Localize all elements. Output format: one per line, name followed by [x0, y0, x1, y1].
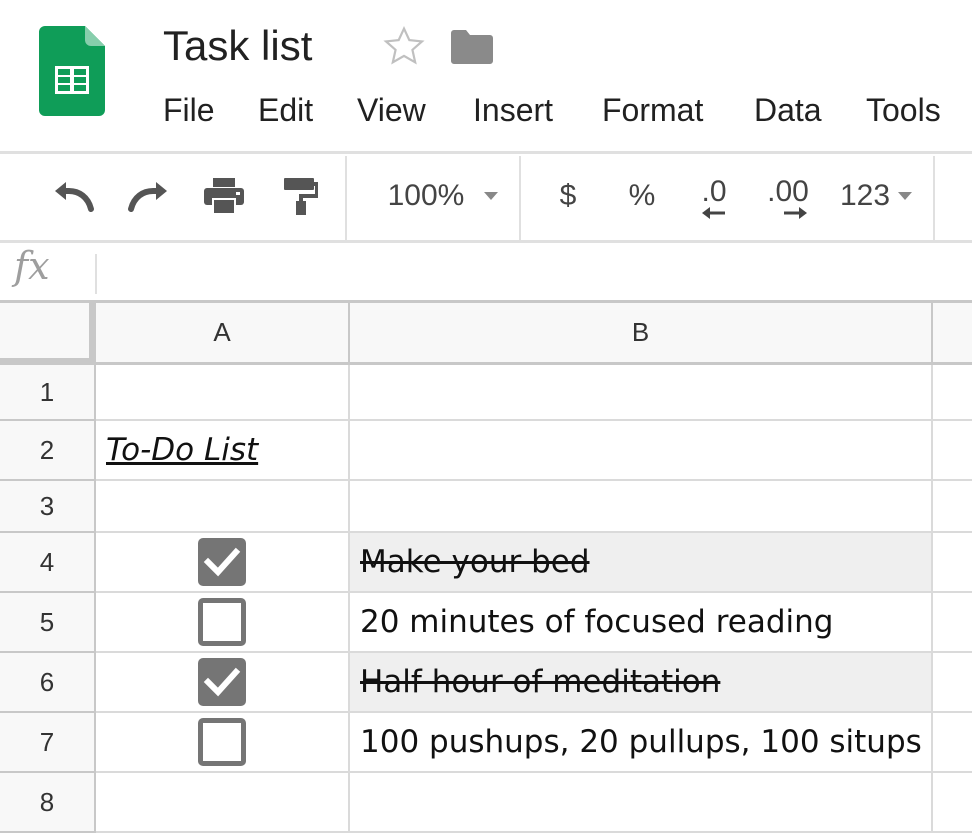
header-divider [0, 151, 972, 154]
cell-b2[interactable] [350, 421, 933, 481]
paint-format-button[interactable] [278, 176, 322, 216]
toolbar-separator [519, 156, 521, 242]
increase-decimal-button[interactable]: .00 [760, 172, 816, 224]
cell-a8[interactable] [96, 773, 350, 833]
row-header[interactable]: 4 [0, 533, 96, 593]
task-text: Half hour of meditation [360, 664, 721, 700]
column-header-a[interactable]: A [96, 303, 350, 365]
document-title[interactable]: Task list [163, 22, 312, 70]
decrease-decimal-label: .0 [701, 175, 727, 208]
folder-icon[interactable] [451, 28, 493, 64]
cell-b7[interactable]: 100 pushups, 20 pullups, 100 situps [350, 713, 933, 773]
task-text: Make your bed [360, 544, 590, 580]
more-formats-label: 123 [839, 179, 891, 212]
cell-c6[interactable] [933, 653, 972, 713]
task-text: 20 minutes of focused reading [360, 604, 834, 640]
menu-edit[interactable]: Edit [258, 92, 313, 129]
task-checkbox[interactable] [198, 538, 246, 586]
row-header[interactable]: 8 [0, 773, 96, 833]
zoom-select[interactable]: 100% [378, 176, 508, 216]
cell-c5[interactable] [933, 593, 972, 653]
select-all-corner[interactable] [0, 303, 96, 365]
row-header[interactable]: 2 [0, 421, 96, 481]
checkmark-icon [203, 547, 241, 577]
more-formats-select[interactable]: 123 [834, 176, 918, 216]
row-header[interactable]: 5 [0, 593, 96, 653]
undo-button[interactable] [48, 176, 98, 216]
undo-icon [55, 182, 94, 212]
redo-icon [128, 182, 167, 212]
task-text: 100 pushups, 20 pullups, 100 situps [360, 724, 922, 760]
row-header[interactable]: 6 [0, 653, 96, 713]
cell-b6[interactable]: Half hour of meditation [350, 653, 933, 713]
zoom-value: 100% [387, 179, 465, 212]
sheets-logo-icon[interactable] [39, 26, 105, 116]
checkmark-icon [203, 667, 241, 697]
menu-format[interactable]: Format [602, 92, 703, 129]
cell-a2[interactable]: To-Do List [96, 421, 350, 481]
cell-c2[interactable] [933, 421, 972, 481]
cell-c8[interactable] [933, 773, 972, 833]
menu-insert[interactable]: Insert [473, 92, 553, 129]
cell-a3[interactable] [96, 481, 350, 533]
toolbar-separator [933, 156, 935, 242]
menu-data[interactable]: Data [754, 92, 822, 129]
row-header[interactable]: 1 [0, 365, 96, 421]
cell-c1[interactable] [933, 365, 972, 421]
cell-a1[interactable] [96, 365, 350, 421]
cell-b3[interactable] [350, 481, 933, 533]
more-formats-dropdown-icon [898, 192, 913, 200]
zoom-dropdown-icon [484, 192, 499, 200]
row-header[interactable]: 7 [0, 713, 96, 773]
decrease-decimal-button[interactable]: .0 [688, 172, 740, 224]
arrow-right-icon [784, 207, 807, 219]
currency-label: $ [559, 179, 577, 212]
todo-list-title: To-Do List [106, 432, 259, 468]
cell-b4[interactable]: Make your bed [350, 533, 933, 593]
fx-label: fx [14, 244, 50, 288]
print-icon [204, 178, 244, 215]
formula-bar-separator [95, 254, 97, 294]
formula-input[interactable] [110, 248, 954, 296]
task-checkbox[interactable] [198, 658, 246, 706]
task-checkbox[interactable] [198, 598, 246, 646]
cell-c3[interactable] [933, 481, 972, 533]
toolbar-divider [0, 240, 972, 243]
spreadsheet-grid: A B 1 2 To-Do List 3 4 Make your bed 5 2… [0, 303, 972, 833]
menu-view[interactable]: View [357, 92, 426, 129]
column-header-b[interactable]: B [350, 303, 933, 365]
toolbar-separator [345, 156, 347, 242]
paint-format-icon [284, 178, 318, 215]
cell-b8[interactable] [350, 773, 933, 833]
percent-format-button[interactable]: % [622, 176, 662, 216]
cell-c7[interactable] [933, 713, 972, 773]
print-button[interactable] [200, 176, 248, 216]
menu-tools[interactable]: Tools [866, 92, 941, 129]
increase-decimal-label: .00 [767, 175, 809, 208]
task-checkbox[interactable] [198, 718, 246, 766]
star-icon[interactable] [382, 24, 426, 68]
cell-b1[interactable] [350, 365, 933, 421]
arrow-left-icon [702, 207, 725, 219]
percent-label: % [628, 179, 656, 212]
redo-button[interactable] [124, 176, 174, 216]
cell-b5[interactable]: 20 minutes of focused reading [350, 593, 933, 653]
menu-file[interactable]: File [163, 92, 215, 129]
column-header-c[interactable] [933, 303, 972, 365]
row-header[interactable]: 3 [0, 481, 96, 533]
currency-format-button[interactable]: $ [548, 176, 588, 216]
cell-c4[interactable] [933, 533, 972, 593]
